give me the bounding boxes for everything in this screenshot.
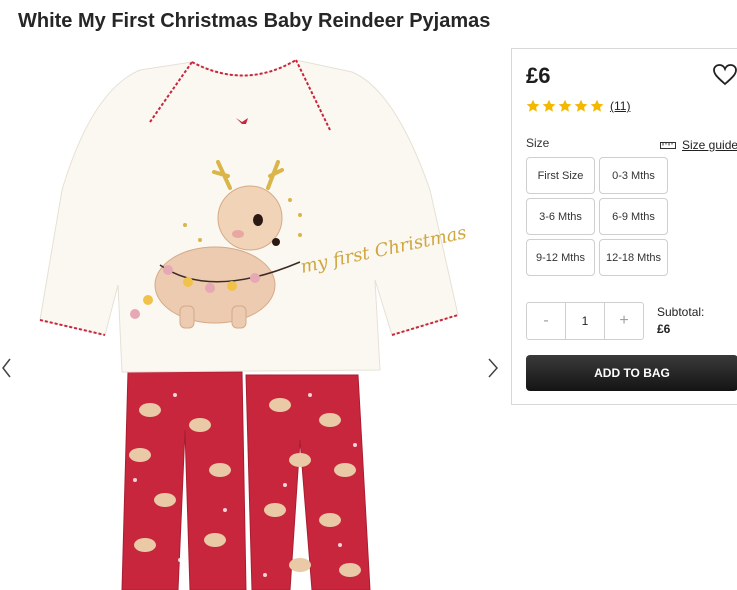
star-rating: (11)	[526, 99, 630, 113]
size-label: Size	[526, 136, 550, 150]
chevron-right-icon	[488, 358, 499, 378]
star-icon	[542, 99, 556, 112]
star-icon	[526, 99, 540, 112]
previous-image-button[interactable]	[0, 356, 14, 380]
product-price: £6	[526, 63, 551, 88]
purchase-panel: £6 (11) Size Size guide First Size 0-3 M…	[511, 48, 737, 405]
size-option-6-9-mths[interactable]: 6-9 Mths	[599, 198, 668, 235]
add-to-bag-button[interactable]: ADD TO BAG	[526, 355, 737, 391]
ruler-icon	[660, 142, 676, 149]
star-icon	[590, 99, 604, 112]
subtotal-value: £6	[657, 322, 671, 336]
decrement-quantity-button[interactable]: -	[527, 303, 565, 339]
size-option-12-18-mths[interactable]: 12-18 Mths	[599, 239, 668, 276]
star-icon	[574, 99, 588, 112]
heart-icon	[713, 64, 737, 86]
size-guide-label: Size guide	[682, 138, 737, 152]
product-image: my first Christmas	[39, 59, 468, 590]
chevron-left-icon	[2, 358, 11, 378]
pyjama-top: my first Christmas	[39, 59, 468, 373]
subtotal-label: Subtotal:	[657, 305, 705, 319]
size-option-3-6-mths[interactable]: 3-6 Mths	[526, 198, 595, 235]
size-option-0-3-mths[interactable]: 0-3 Mths	[599, 157, 668, 194]
product-image-gallery: my first Christmas	[0, 50, 505, 590]
wishlist-button[interactable]	[712, 63, 737, 87]
pyjama-bottoms	[121, 371, 371, 590]
increment-quantity-button[interactable]: +	[605, 303, 643, 339]
size-options: First Size 0-3 Mths 3-6 Mths 6-9 Mths 9-…	[526, 157, 672, 276]
quantity-input[interactable]: 1	[565, 303, 605, 339]
size-option-9-12-mths[interactable]: 9-12 Mths	[526, 239, 595, 276]
size-guide-link[interactable]: Size guide	[660, 138, 737, 152]
quantity-stepper: - 1 +	[526, 302, 644, 340]
next-image-button[interactable]	[486, 356, 500, 380]
review-count-link[interactable]: (11)	[610, 99, 630, 113]
size-option-first-size[interactable]: First Size	[526, 157, 595, 194]
star-icon	[558, 99, 572, 112]
product-title: White My First Christmas Baby Reindeer P…	[18, 10, 491, 32]
subtotal: Subtotal: £6	[657, 305, 704, 336]
